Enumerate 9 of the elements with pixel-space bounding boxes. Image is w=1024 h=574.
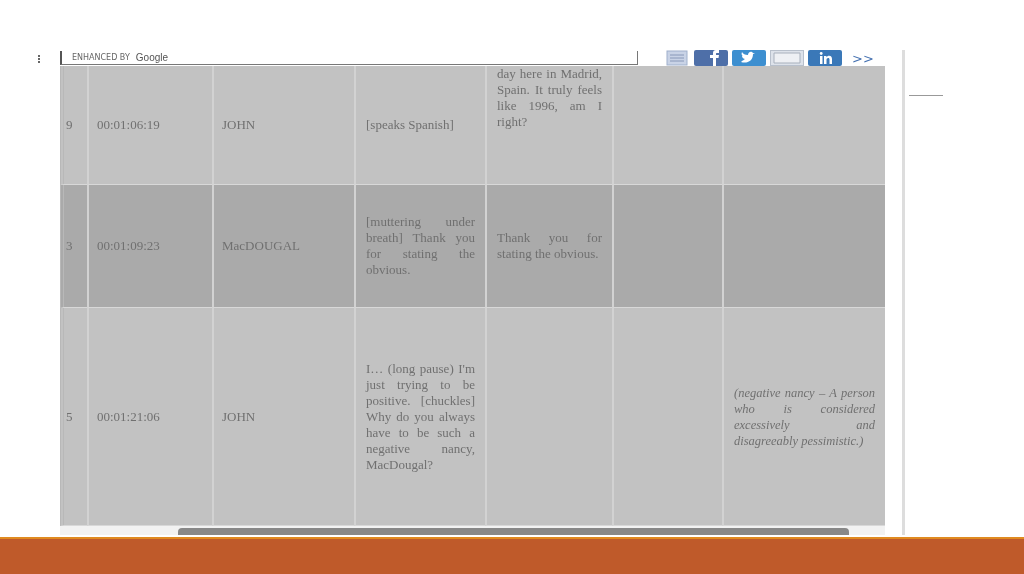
search-brand: Google [135, 52, 169, 63]
facebook-icon[interactable] [694, 50, 728, 66]
scrollbar-thumb[interactable] [178, 528, 849, 535]
twitter-icon[interactable] [732, 50, 766, 66]
more-link[interactable]: >> [852, 50, 874, 66]
linkedin-icon[interactable] [808, 50, 842, 66]
horizontal-scrollbar[interactable] [60, 526, 885, 535]
document-icon[interactable] [664, 50, 690, 66]
search-label: ENHANCED BY [72, 53, 130, 62]
